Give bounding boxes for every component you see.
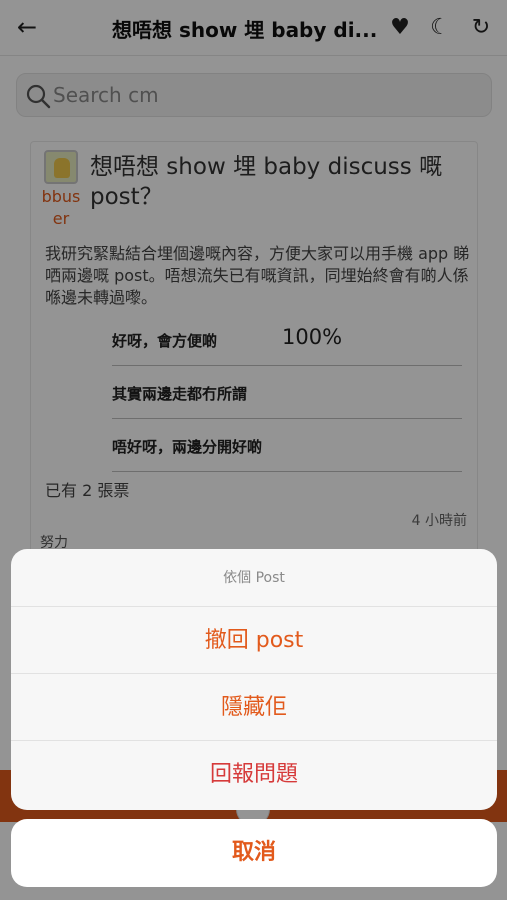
report-issue-button[interactable]: 回報問題 [11, 741, 497, 808]
action-sheet: 依個 Post 撤回 post 隱藏佢 回報問題 [11, 549, 497, 810]
hide-post-button[interactable]: 隱藏佢 [11, 674, 497, 741]
action-sheet-title: 依個 Post [11, 549, 497, 607]
retract-post-button[interactable]: 撤回 post [11, 607, 497, 674]
cancel-button[interactable]: 取消 [11, 819, 497, 887]
